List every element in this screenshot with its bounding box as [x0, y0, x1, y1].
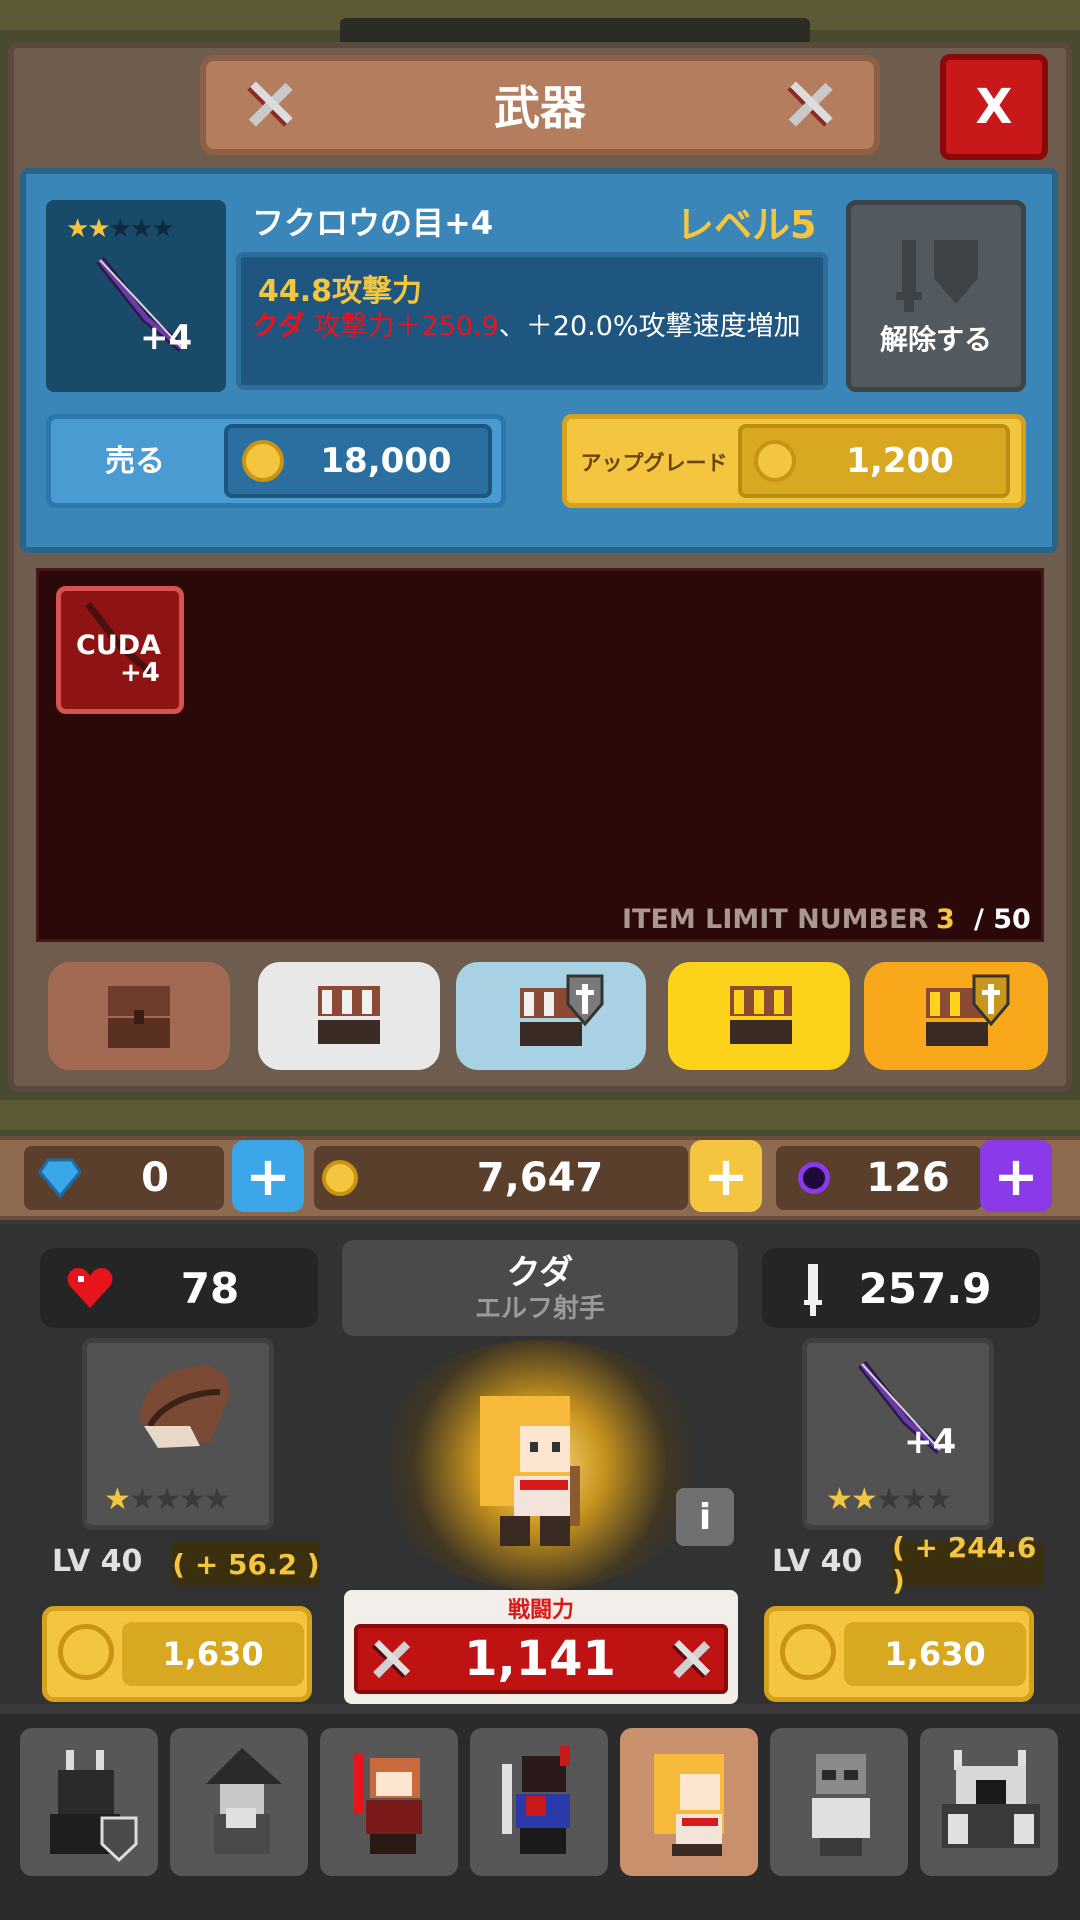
- item-limit-label: ITEM LIMIT NUMBER: [622, 904, 929, 935]
- crossed-swords-icon: [671, 1639, 711, 1679]
- coin-icon: [58, 1624, 114, 1680]
- elf-archer-sprite: [654, 1754, 724, 1856]
- close-button[interactable]: X: [940, 54, 1048, 160]
- coin-icon: [754, 440, 796, 482]
- weapon-slot-star-rating: ★★★★★: [826, 1482, 952, 1517]
- hero-name: クダ: [506, 1252, 574, 1293]
- weapon-level: レベル5: [676, 203, 817, 247]
- hero-info-button[interactable]: i: [676, 1488, 734, 1546]
- weapon-bonus-text: クダ 攻撃力＋250.9、＋20.0%攻撃速度増加: [252, 310, 812, 344]
- weapon-slot-bonus: ( + 244.6 ): [892, 1531, 1044, 1597]
- add-coins-button[interactable]: +: [690, 1140, 762, 1212]
- orb-icon: [798, 1162, 830, 1194]
- gem-icon: [38, 1158, 82, 1198]
- helmet-icon: [140, 1365, 230, 1448]
- item-limit-count: 3: [936, 904, 955, 935]
- coin-icon: [322, 1160, 358, 1196]
- combat-power-label: 戦闘力: [507, 1598, 574, 1623]
- add-orbs-button[interactable]: +: [980, 1140, 1052, 1212]
- bonus-attack: 攻撃力＋250.9: [313, 311, 499, 342]
- crossed-swords-icon: [371, 1639, 411, 1679]
- weapon-slot-level: LV 40: [772, 1544, 863, 1579]
- weapon-attack-stat: 44.8攻撃力: [258, 274, 423, 309]
- red-warrior-sprite: [354, 1754, 422, 1854]
- sword-icon: [804, 1264, 822, 1316]
- helmet-level: LV 40: [52, 1544, 143, 1579]
- inventory-grid: [36, 568, 1044, 942]
- helmet-star-rating: ★★★★★: [104, 1482, 230, 1517]
- dark-knight-sprite: [50, 1750, 138, 1863]
- robot-boss-sprite: [942, 1750, 1040, 1848]
- hp-value: 78: [180, 1263, 240, 1313]
- hero-class: エルフ射手: [474, 1293, 605, 1324]
- inventory-item-name: CUDA: [76, 630, 162, 661]
- sell-label: 売る: [105, 444, 165, 479]
- window-title: 武器: [494, 81, 586, 135]
- combat-power-value: 1,141: [464, 1631, 616, 1687]
- chest-shield-icon: [520, 974, 604, 1046]
- coin-icon: [242, 440, 284, 482]
- bonus-speed: 、＋20.0%攻撃速度増加: [498, 311, 801, 342]
- unequip-label: 解除する: [879, 323, 992, 356]
- gem-count: 0: [141, 1155, 169, 1201]
- upgrade-label: アップグレード: [580, 451, 728, 475]
- add-gems-button[interactable]: +: [232, 1140, 304, 1212]
- horned-warrior-sprite: [502, 1746, 570, 1854]
- heart-icon: [67, 1268, 113, 1308]
- chest-shield-icon: [926, 974, 1010, 1046]
- sword-shield-icon: [896, 240, 978, 312]
- chest-icon: [318, 986, 380, 1044]
- chest-icon: [108, 986, 170, 1048]
- wizard-sprite: [206, 1748, 282, 1854]
- weapon-name: フクロウの目+4: [252, 204, 494, 242]
- upgrade-price: 1,200: [846, 441, 954, 481]
- inventory-item-badge: +4: [120, 658, 160, 688]
- item-limit-max: / 50: [974, 904, 1031, 935]
- weapon-upgrade-price: 1,630: [844, 1622, 1026, 1686]
- attack-value: 257.9: [858, 1263, 992, 1313]
- sell-price: 18,000: [320, 441, 452, 481]
- helmet-upgrade-price: 1,630: [122, 1622, 304, 1686]
- helmet-bonus: ( + 56.2 ): [172, 1542, 320, 1586]
- chest-icon: [730, 986, 792, 1044]
- weapon-upgrade-badge: +4: [140, 318, 193, 358]
- coin-icon: [780, 1624, 836, 1680]
- bonus-owner: クダ: [252, 311, 305, 342]
- orb-count: 126: [866, 1155, 950, 1201]
- coin-count: 7,647: [476, 1155, 604, 1201]
- elf-archer-sprite: [480, 1396, 580, 1546]
- weapon-star-rating: ★★★★★: [66, 214, 175, 244]
- scientist-sprite: [812, 1754, 870, 1856]
- weapon-slot-badge: +4: [904, 1422, 957, 1462]
